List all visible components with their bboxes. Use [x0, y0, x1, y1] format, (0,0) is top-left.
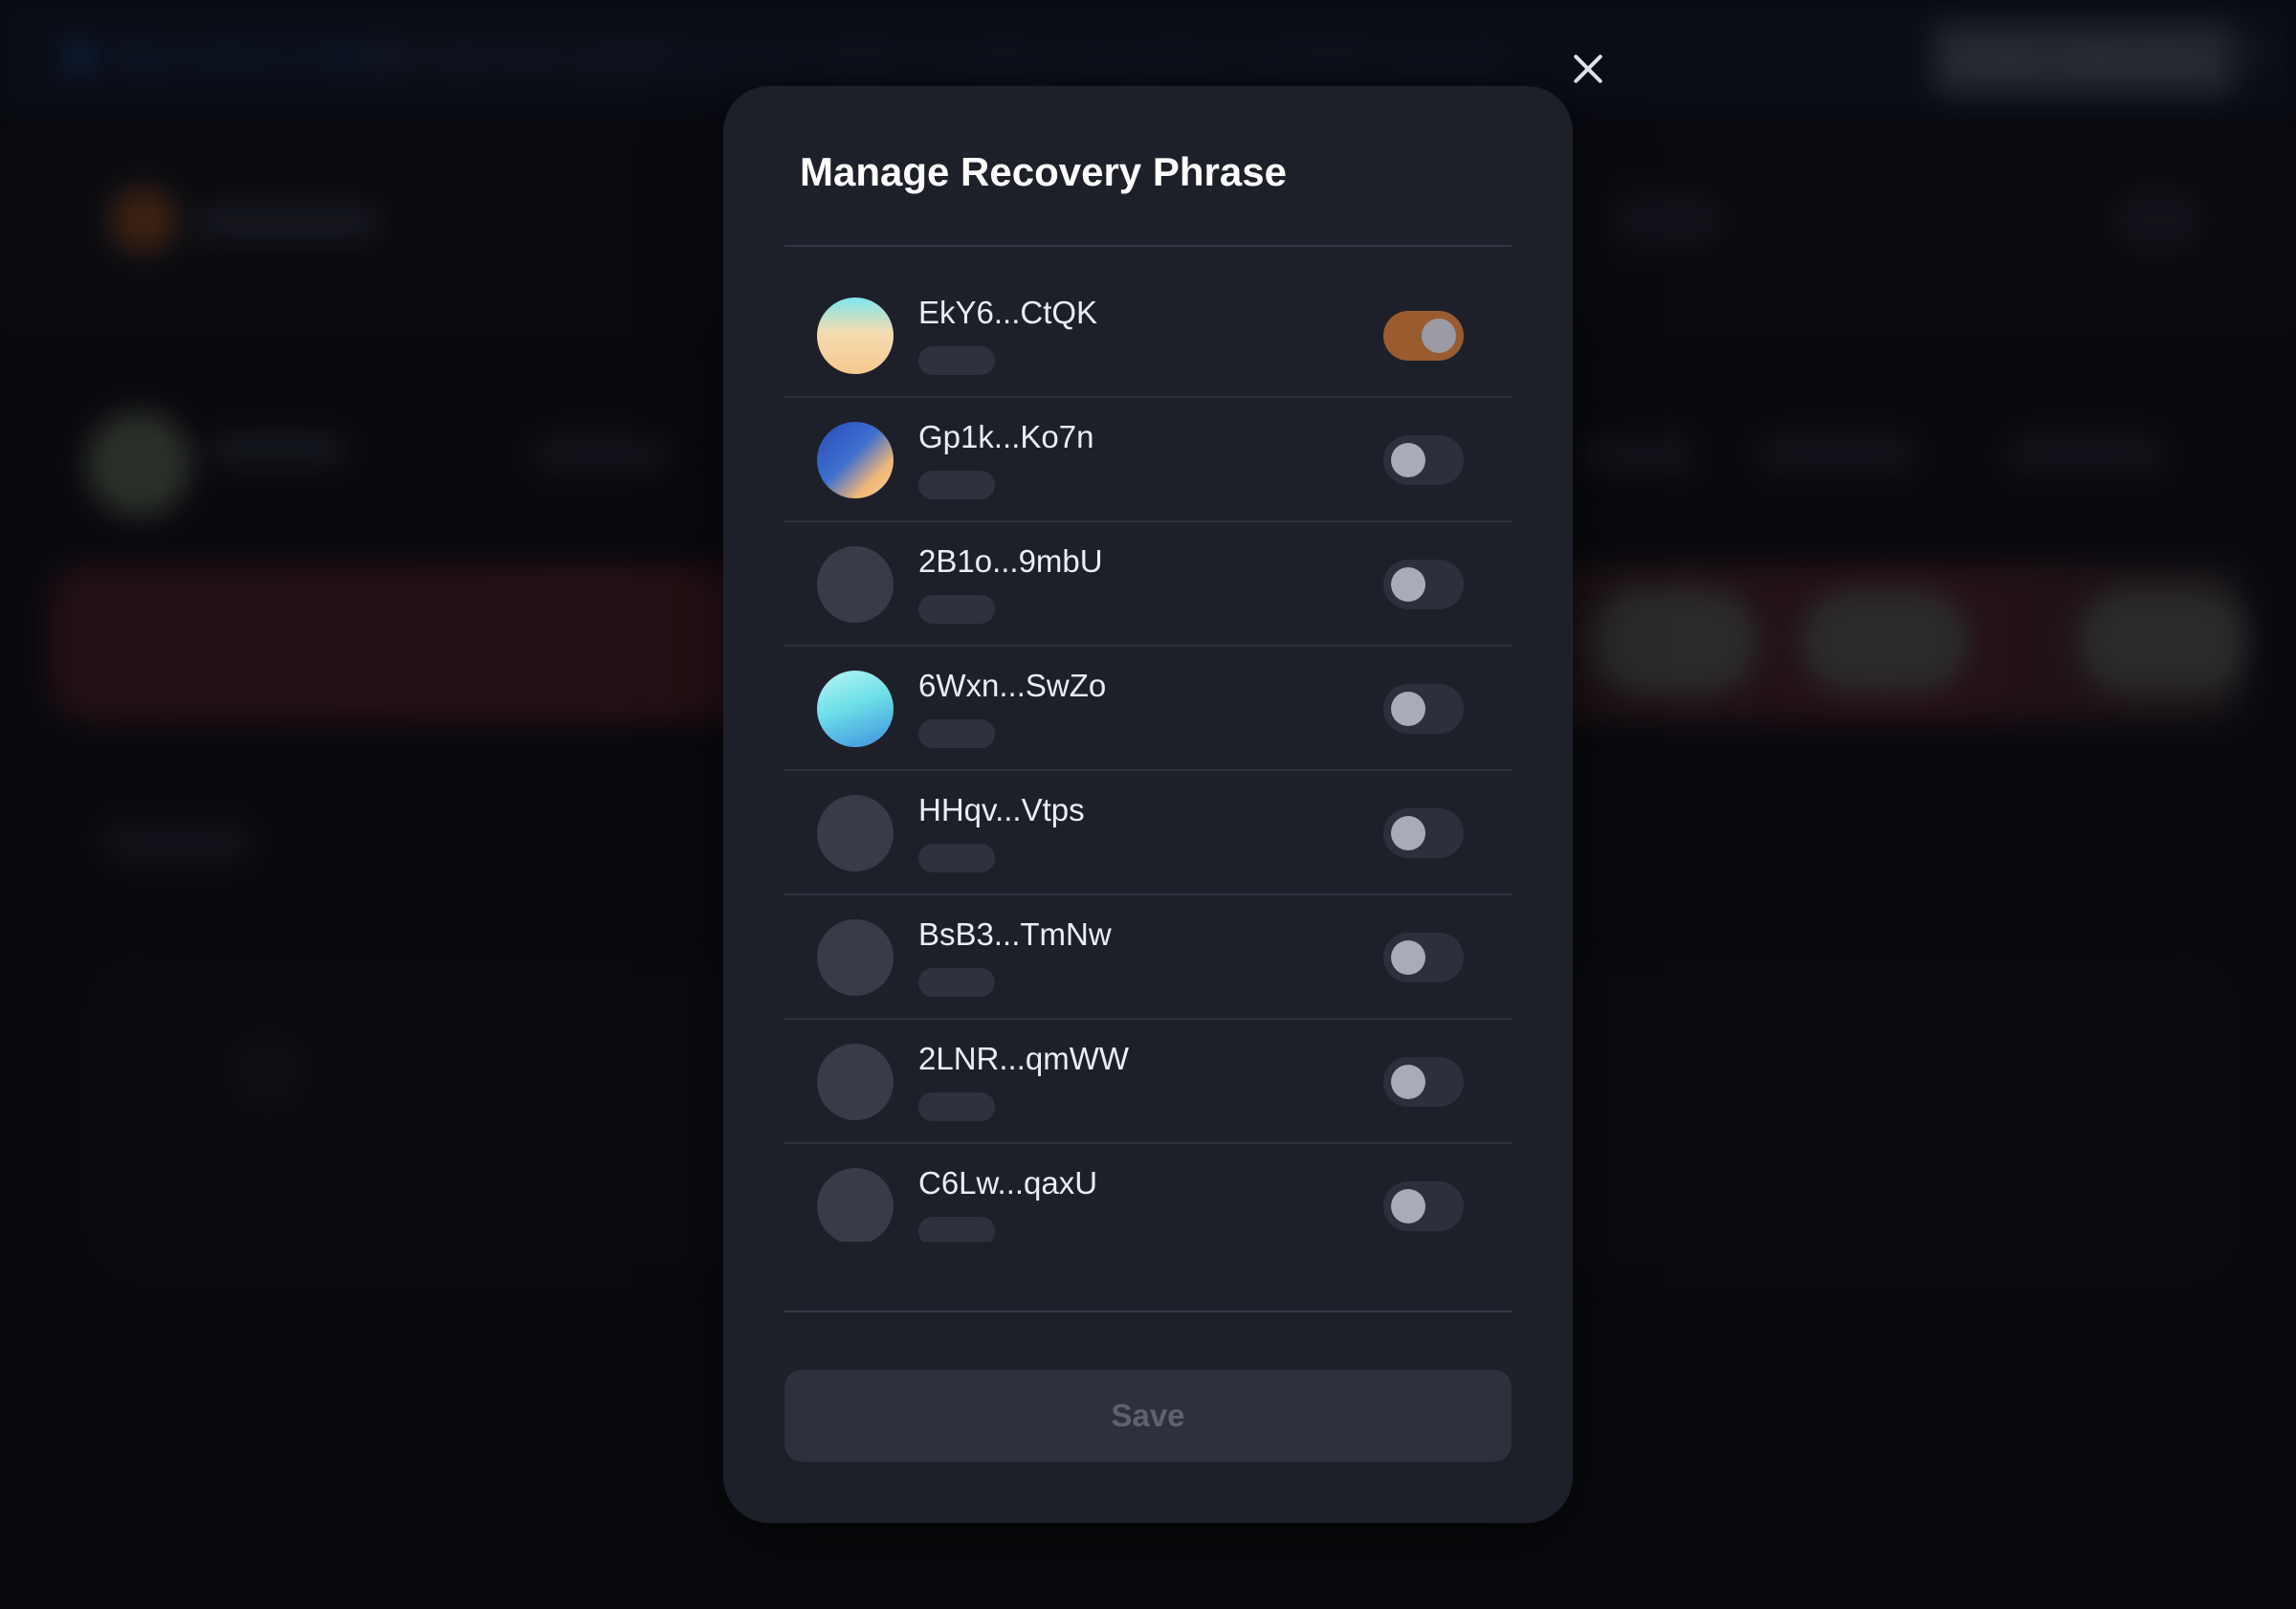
account-name: HHqv...Vtps: [918, 792, 1085, 827]
toggle-knob: [1422, 319, 1456, 353]
account-toggle[interactable]: [1383, 311, 1464, 361]
account-balance-placeholder: [918, 719, 995, 748]
divider: [784, 245, 1512, 247]
toggle-knob: [1391, 816, 1425, 850]
account-balance-placeholder: [918, 844, 995, 872]
account-name: 6Wxn...SwZo: [918, 668, 1107, 703]
account-avatar: [817, 546, 894, 623]
account-row[interactable]: 6Wxn...SwZo: [784, 647, 1512, 771]
account-avatar: [817, 1044, 894, 1120]
account-row[interactable]: 2LNR...qmWW: [784, 1020, 1512, 1144]
account-balance-placeholder: [918, 346, 995, 375]
account-row[interactable]: BsB3...TmNw: [784, 895, 1512, 1020]
toggle-knob: [1391, 692, 1425, 726]
account-row[interactable]: 2B1o...9mbU: [784, 522, 1512, 647]
account-row[interactable]: EkY6...CtQK: [784, 274, 1512, 398]
account-balance-placeholder: [918, 1217, 995, 1242]
account-toggle[interactable]: [1383, 1181, 1464, 1231]
modal-title: Manage Recovery Phrase: [800, 149, 1287, 194]
toggle-knob: [1391, 1189, 1425, 1223]
account-balance-placeholder: [918, 471, 995, 499]
account-name: C6Lw...qaxU: [918, 1165, 1098, 1201]
close-icon[interactable]: [1567, 48, 1609, 90]
account-list[interactable]: EkY6...CtQK Gp1k...Ko7n 2B1o...9mbU 6Wxn...…: [784, 274, 1512, 1242]
account-toggle[interactable]: [1383, 808, 1464, 858]
account-avatar: [817, 422, 894, 498]
account-avatar: [817, 1168, 894, 1242]
account-row[interactable]: C6Lw...qaxU: [784, 1144, 1512, 1242]
account-row[interactable]: Gp1k...Ko7n: [784, 398, 1512, 522]
account-name: 2B1o...9mbU: [918, 543, 1103, 579]
toggle-knob: [1391, 567, 1425, 602]
account-name: Gp1k...Ko7n: [918, 419, 1094, 454]
toggle-knob: [1391, 1065, 1425, 1099]
divider: [784, 1311, 1512, 1312]
toggle-knob: [1391, 940, 1425, 975]
account-name: EkY6...CtQK: [918, 295, 1098, 330]
toggle-knob: [1391, 443, 1425, 477]
account-balance-placeholder: [918, 595, 995, 624]
manage-recovery-phrase-modal: Manage Recovery Phrase EkY6...CtQK Gp1k..…: [723, 86, 1573, 1523]
account-toggle[interactable]: [1383, 933, 1464, 982]
account-avatar: [817, 298, 894, 374]
account-name: BsB3...TmNw: [918, 916, 1112, 952]
account-name: 2LNR...qmWW: [918, 1041, 1130, 1076]
account-avatar: [817, 671, 894, 747]
account-avatar: [817, 795, 894, 871]
account-row[interactable]: HHqv...Vtps: [784, 771, 1512, 895]
account-toggle[interactable]: [1383, 435, 1464, 485]
page: Now online in Beta! Get real-time update…: [0, 0, 2296, 1609]
account-balance-placeholder: [918, 1092, 995, 1121]
save-button[interactable]: Save: [784, 1370, 1512, 1462]
account-toggle[interactable]: [1383, 684, 1464, 734]
account-avatar: [817, 919, 894, 996]
account-toggle[interactable]: [1383, 1057, 1464, 1107]
account-balance-placeholder: [918, 968, 995, 997]
account-toggle[interactable]: [1383, 560, 1464, 609]
